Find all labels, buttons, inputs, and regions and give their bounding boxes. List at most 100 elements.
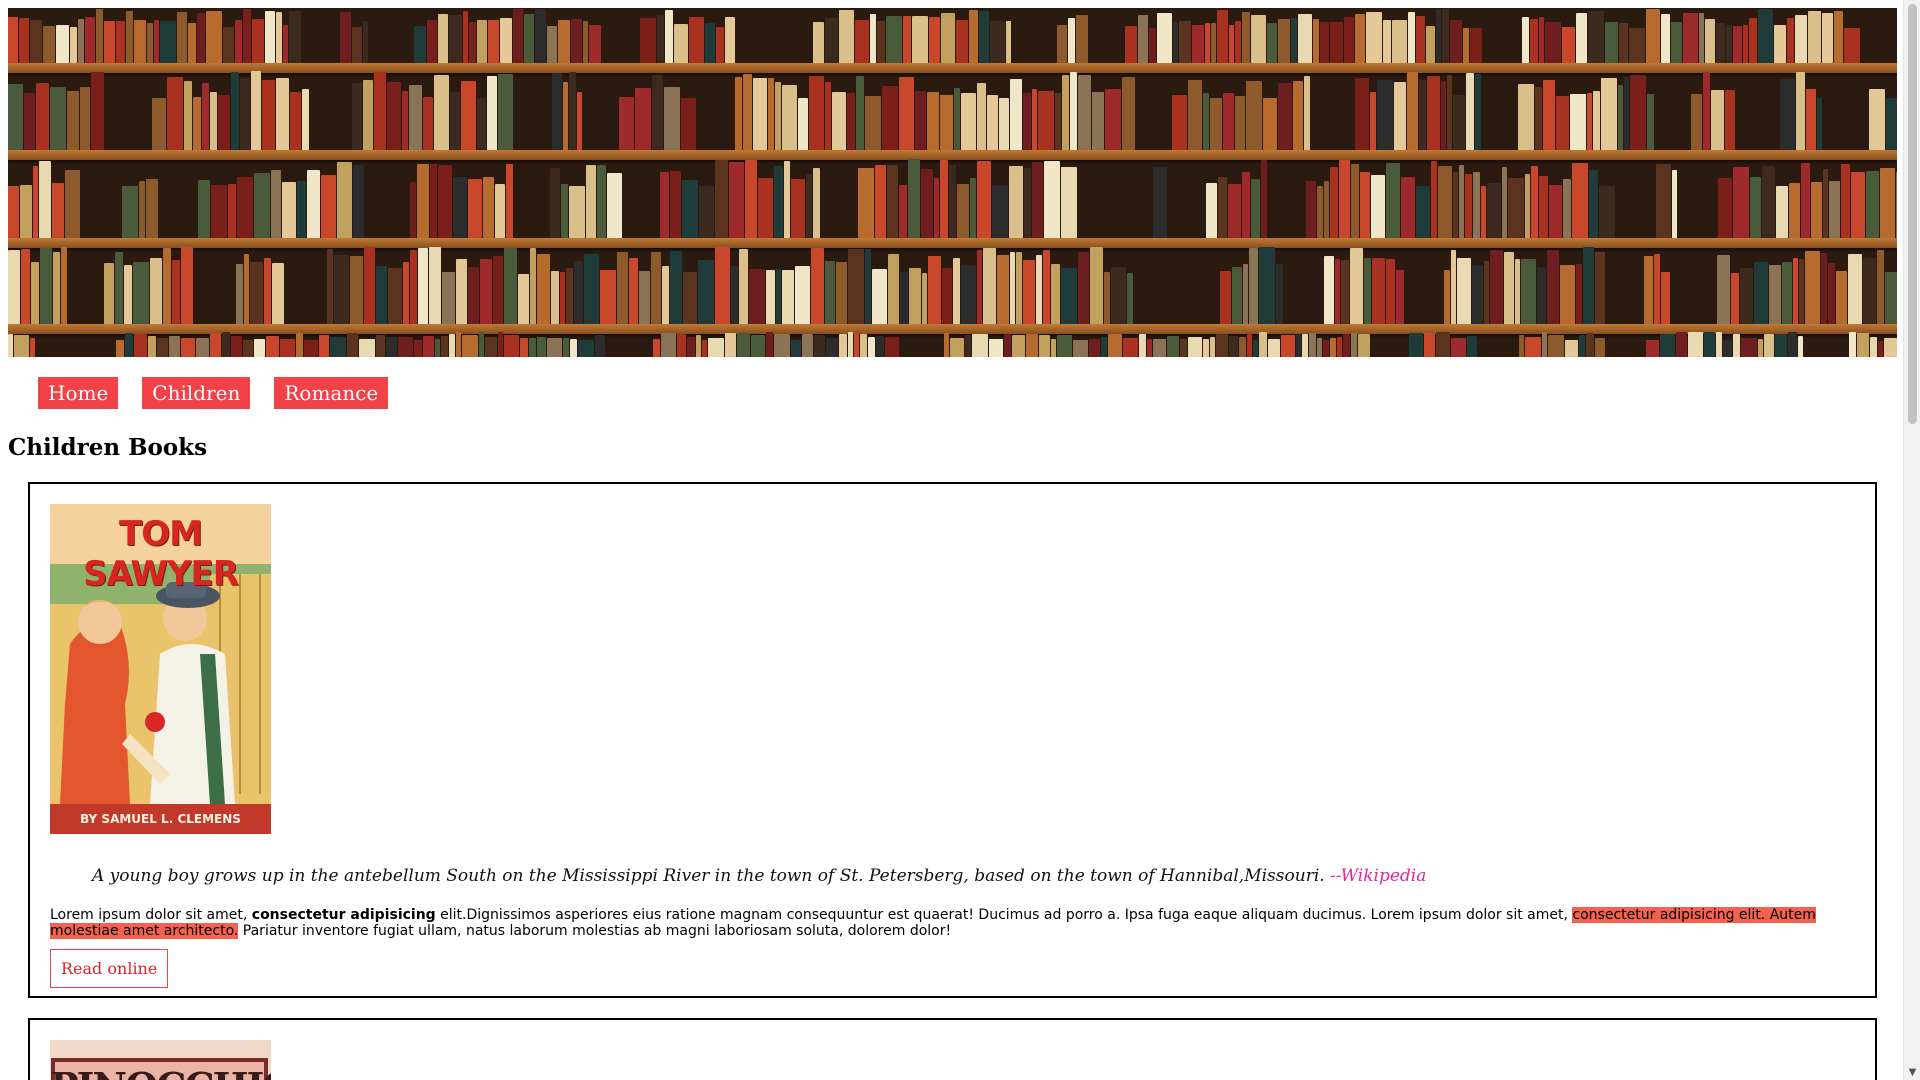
book-spine bbox=[1743, 25, 1748, 63]
book-spine bbox=[463, 11, 468, 63]
book-spine bbox=[1078, 75, 1091, 150]
book-spine bbox=[802, 334, 813, 357]
book-spine bbox=[1465, 174, 1472, 238]
book-spine bbox=[468, 179, 482, 238]
book-spine bbox=[1606, 334, 1645, 357]
book-spine bbox=[1478, 332, 1518, 357]
book-spine bbox=[231, 336, 242, 357]
nav-item-romance[interactable]: Romance bbox=[274, 377, 389, 409]
book-spine bbox=[126, 11, 133, 63]
book-spine bbox=[619, 97, 634, 150]
book-spine bbox=[352, 27, 362, 63]
book-spine bbox=[826, 338, 838, 357]
page-scrollbar[interactable]: ▼ bbox=[1903, 0, 1920, 1080]
book-spine bbox=[798, 98, 808, 150]
book-spine bbox=[429, 247, 441, 324]
book-spine bbox=[1519, 335, 1524, 357]
book-spine bbox=[1278, 19, 1290, 63]
book-spine bbox=[821, 172, 857, 238]
book-spine bbox=[1175, 250, 1219, 324]
book-spine bbox=[683, 272, 697, 324]
book-spine bbox=[1624, 77, 1629, 150]
book-spine bbox=[885, 337, 899, 357]
book-spine bbox=[1444, 270, 1450, 324]
book-spine bbox=[623, 184, 659, 238]
book-spine bbox=[699, 186, 714, 238]
book-spine bbox=[677, 334, 686, 357]
book-spine bbox=[235, 20, 242, 63]
book-spine bbox=[19, 18, 29, 63]
book-spine bbox=[43, 26, 55, 63]
book-spine bbox=[1576, 13, 1587, 63]
book-spine bbox=[1324, 256, 1334, 324]
book-spine bbox=[813, 168, 820, 238]
book-spine bbox=[435, 339, 440, 357]
book-spine bbox=[1457, 258, 1471, 324]
book-spine bbox=[134, 20, 146, 63]
book-spine bbox=[1572, 163, 1588, 238]
book-spine bbox=[899, 77, 914, 150]
book-spine bbox=[1426, 26, 1435, 63]
book-spine bbox=[977, 161, 991, 238]
book-spine bbox=[1009, 166, 1023, 238]
book-spine bbox=[552, 73, 562, 150]
read-online-button[interactable]: Read online bbox=[50, 949, 169, 988]
book-spine bbox=[1220, 271, 1231, 324]
book-spine bbox=[1364, 258, 1371, 324]
book-spine bbox=[352, 83, 362, 150]
book-spine bbox=[908, 159, 920, 238]
book-spine bbox=[547, 26, 557, 63]
book-spine bbox=[30, 20, 42, 63]
page: Home Children Romance Children Books TOM… bbox=[0, 0, 1920, 1080]
scrollbar-thumb[interactable] bbox=[1908, 4, 1917, 424]
book-spine bbox=[438, 165, 452, 238]
book-spine bbox=[1482, 93, 1517, 150]
book-spine bbox=[1125, 26, 1137, 63]
book-spine bbox=[715, 247, 730, 324]
book-spine bbox=[441, 336, 448, 357]
book-spine bbox=[513, 9, 523, 63]
book-spine bbox=[944, 333, 949, 357]
book-spine bbox=[915, 91, 926, 150]
book-spine bbox=[1281, 335, 1295, 357]
book-spine bbox=[1051, 264, 1060, 324]
book-spine bbox=[940, 160, 948, 238]
book-spine bbox=[1811, 182, 1822, 238]
book-spine bbox=[1394, 82, 1406, 150]
scroll-down-arrow-icon[interactable]: ▼ bbox=[1907, 1067, 1918, 1078]
book-spine bbox=[1579, 335, 1585, 357]
book-spine bbox=[1646, 340, 1659, 357]
book-spine bbox=[1583, 247, 1594, 324]
book-spine bbox=[1801, 163, 1810, 238]
book-spine bbox=[602, 18, 639, 63]
book-spine bbox=[150, 258, 162, 324]
book-spine bbox=[1619, 23, 1628, 63]
book-spine bbox=[1754, 262, 1768, 324]
book-spine bbox=[1787, 18, 1794, 63]
book-spine bbox=[989, 339, 1003, 357]
book-spine bbox=[177, 12, 187, 63]
book-spine bbox=[1330, 338, 1336, 357]
quote-source-link[interactable]: --Wikipedia bbox=[1330, 866, 1426, 886]
nav-item-children[interactable]: Children bbox=[142, 377, 251, 409]
book-spine bbox=[449, 15, 462, 63]
book-spine bbox=[1386, 163, 1400, 238]
book-spine bbox=[1726, 25, 1732, 63]
nav-item-home[interactable]: Home bbox=[38, 377, 119, 409]
book-spine bbox=[1073, 340, 1088, 357]
book-spine bbox=[1595, 338, 1605, 357]
book-spine bbox=[504, 248, 517, 324]
book-spine bbox=[1565, 340, 1578, 357]
book-spine bbox=[105, 94, 151, 150]
book-spine bbox=[927, 92, 939, 150]
book-spine bbox=[1259, 247, 1275, 324]
book-cover-image: PINOCCHIO bbox=[50, 1040, 271, 1080]
book-spine bbox=[825, 18, 838, 63]
book-spine bbox=[569, 186, 585, 238]
book-spine bbox=[1588, 11, 1604, 63]
book-spine bbox=[91, 72, 104, 150]
book-spine bbox=[983, 248, 996, 324]
book-spine bbox=[8, 84, 23, 150]
book-spine bbox=[1537, 267, 1546, 324]
description-bold-text: consectetur adipisicing bbox=[251, 907, 436, 923]
